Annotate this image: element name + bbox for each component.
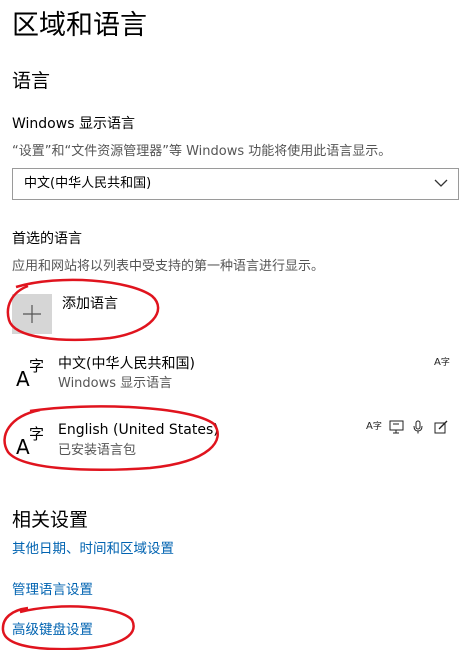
language-name: English (United States) — [58, 422, 219, 438]
display-language-icon: A字 — [366, 421, 382, 432]
language-icon-char: 字 — [29, 425, 45, 443]
language-icon-char: 字 — [29, 357, 45, 375]
text-to-speech-icon — [389, 420, 404, 434]
language-status: Windows 显示语言 — [58, 376, 173, 391]
language-item-english[interactable]: A 字 English (United States) 已安装语言包 A字 — [12, 420, 459, 464]
language-status: 已安装语言包 — [58, 443, 137, 458]
language-name: 中文(中华人民共和国) — [58, 356, 195, 372]
add-language-tile — [12, 294, 52, 334]
language-icon-a: A — [16, 367, 30, 391]
add-language-button[interactable]: 添加语言 — [12, 294, 172, 334]
language-section-title: 语言 — [12, 70, 51, 92]
related-settings-title: 相关设置 — [12, 509, 89, 531]
language-icon-a: A — [16, 435, 30, 459]
speech-recognition-icon — [413, 420, 423, 434]
display-language-icon: A字 — [434, 357, 450, 368]
dropdown-value: 中文(中华人民共和国) — [24, 176, 152, 191]
display-language-dropdown[interactable]: 中文(中华人民共和国) — [12, 168, 459, 200]
link-date-time-region[interactable]: 其他日期、时间和区域设置 — [12, 539, 174, 559]
page-title: 区域和语言 — [12, 10, 147, 41]
chevron-down-icon — [434, 179, 448, 187]
display-language-label: Windows 显示语言 — [12, 116, 135, 132]
language-icon: A 字 — [12, 356, 48, 392]
link-manage-language[interactable]: 管理语言设置 — [12, 580, 93, 600]
plus-icon — [23, 305, 41, 323]
language-icon: A 字 — [12, 424, 48, 460]
preferred-languages-title: 首选的语言 — [12, 231, 82, 247]
handwriting-icon — [434, 420, 448, 434]
link-advanced-keyboard[interactable]: 高级键盘设置 — [12, 620, 93, 640]
display-language-description: “设置”和“文件资源管理器”等 Windows 功能将使用此语言显示。 — [12, 144, 392, 159]
add-language-label: 添加语言 — [62, 296, 118, 312]
language-item-chinese[interactable]: A 字 中文(中华人民共和国) Windows 显示语言 A字 — [12, 352, 459, 396]
preferred-languages-description: 应用和网站将以列表中受支持的第一种语言进行显示。 — [12, 259, 325, 274]
